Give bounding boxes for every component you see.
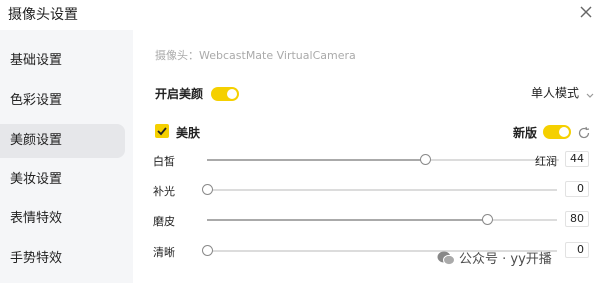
slider-label: 磨皮 [153, 215, 175, 228]
sidebar-item-expression-effects[interactable]: 表情特效 [0, 202, 125, 236]
slider-fill [207, 219, 487, 221]
slider-thumb[interactable] [482, 214, 493, 225]
rosy-label: 红润 [535, 155, 557, 168]
sidebar-item-color[interactable]: 色彩设置 [0, 84, 125, 118]
slider-label: 清晰 [153, 246, 175, 259]
reset-icon[interactable] [577, 125, 591, 139]
slider-value[interactable]: 0 [565, 242, 589, 258]
new-version-label: 新版 [513, 126, 538, 140]
slider-track[interactable] [207, 214, 557, 225]
watermark-text: 公众号 · yy开播 [459, 252, 552, 267]
new-version-toggle[interactable] [543, 125, 571, 139]
slider-fill [207, 159, 426, 161]
slider-value[interactable]: 0 [565, 181, 589, 197]
slider-value[interactable]: 44 [565, 151, 589, 167]
sidebar-item-beauty[interactable]: 美颜设置 [0, 124, 125, 158]
skin-checkbox[interactable] [155, 124, 169, 138]
chevron-down-icon[interactable] [585, 85, 595, 98]
slider-label: 白皙 [153, 155, 175, 168]
window-title: 摄像头设置 [8, 7, 78, 23]
wechat-icon [437, 250, 455, 266]
slider-thumb[interactable] [202, 184, 213, 195]
sidebar-item-gesture-effects[interactable]: 手势特效 [0, 242, 125, 276]
close-icon[interactable] [576, 2, 596, 22]
settings-sidebar: 基础设置 色彩设置 美颜设置 美妆设置 表情特效 手势特效 [0, 30, 133, 283]
camera-name: 摄像头：WebcastMate VirtualCamera [155, 49, 356, 62]
beauty-toggle[interactable] [211, 87, 239, 101]
slider-track[interactable] [207, 154, 559, 165]
skin-label: 美肤 [176, 126, 201, 140]
slider-label: 补光 [153, 185, 175, 198]
beauty-toggle-label: 开启美颜 [155, 87, 204, 101]
mode-select-value[interactable]: 单人模式 [531, 84, 579, 101]
beauty-settings-panel: 摄像头：WebcastMate VirtualCamera 开启美颜 单人模式 … [133, 30, 600, 283]
sidebar-item-makeup[interactable]: 美妆设置 [0, 163, 125, 197]
slider-thumb[interactable] [420, 154, 432, 165]
slider-value[interactable]: 80 [565, 211, 589, 227]
slider-thumb[interactable] [202, 245, 213, 256]
title-bar: 摄像头设置 [0, 0, 600, 30]
slider-track[interactable] [202, 184, 557, 195]
sidebar-item-basic[interactable]: 基础设置 [0, 44, 125, 78]
